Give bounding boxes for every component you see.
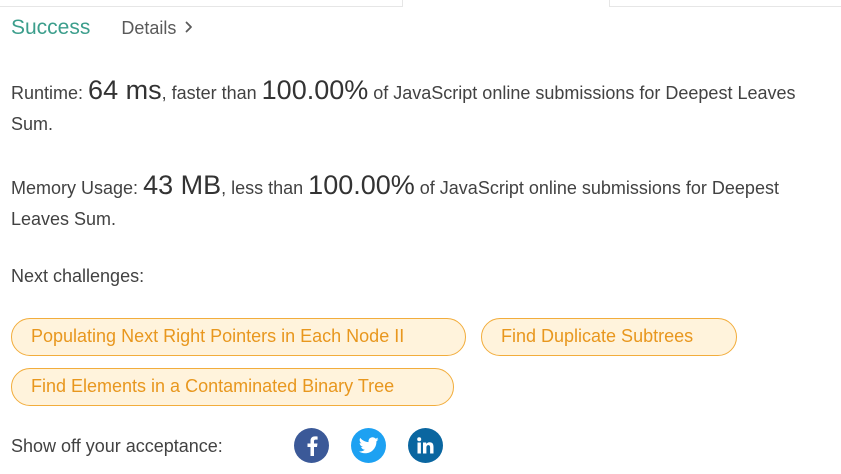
tab-divider: [610, 6, 841, 7]
linkedin-icon[interactable]: [408, 428, 443, 463]
challenge-chip[interactable]: Find Elements in a Contaminated Binary T…: [11, 368, 454, 406]
active-tab[interactable]: [402, 0, 610, 7]
runtime-value: 64 ms: [88, 75, 162, 105]
tab-strip: [0, 0, 841, 7]
facebook-icon[interactable]: [294, 428, 329, 463]
twitter-icon[interactable]: [351, 428, 386, 463]
memory-percent: 100.00%: [308, 170, 415, 200]
share-row: Show off your acceptance:: [11, 428, 443, 464]
next-challenges-label: Next challenges:: [11, 266, 145, 286]
runtime-comparison: , faster than: [161, 83, 257, 103]
runtime-percent: 100.00%: [261, 75, 369, 105]
status-result: Success: [11, 16, 91, 39]
details-label: Details: [121, 17, 177, 38]
tab-divider: [0, 6, 402, 7]
memory-stat: Memory Usage: 43 MB, less than 100.00% o…: [11, 170, 836, 235]
memory-comparison: , less than: [221, 178, 304, 198]
challenge-chip[interactable]: Find Duplicate Subtrees: [481, 318, 737, 356]
details-link[interactable]: Details: [121, 18, 193, 39]
challenge-chip[interactable]: Populating Next Right Pointers in Each N…: [11, 318, 466, 356]
runtime-stat: Runtime: 64 ms, faster than 100.00% of J…: [11, 75, 836, 140]
runtime-label: Runtime:: [11, 83, 84, 103]
share-label: Show off your acceptance:: [11, 435, 223, 456]
memory-label: Memory Usage:: [11, 178, 139, 198]
submission-result-panel: Success Details Runtime: 64 ms, faster t…: [0, 0, 841, 474]
memory-value: 43 MB: [143, 170, 222, 200]
chevron-right-icon: [185, 20, 193, 37]
status-row: Success Details: [11, 14, 193, 42]
